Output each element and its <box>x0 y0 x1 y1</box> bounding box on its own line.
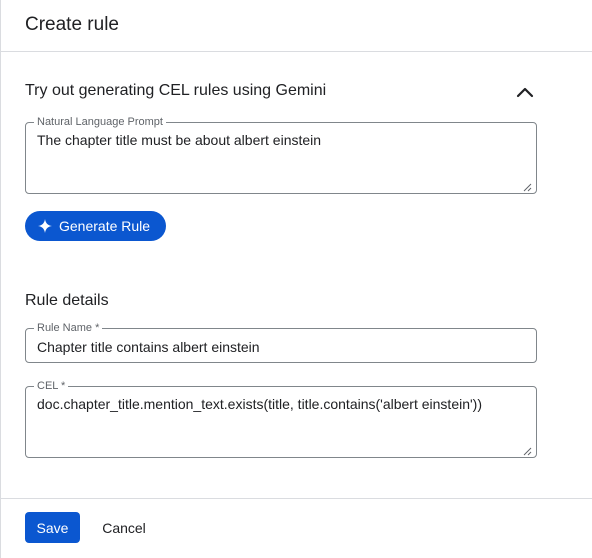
cel-field[interactable]: CEL * doc.chapter_title.mention_text.exi… <box>25 379 537 458</box>
rule-name-label: Rule Name * <box>34 321 103 335</box>
panel-left-border <box>0 0 1 558</box>
dialog-header: Create rule <box>0 0 592 52</box>
sparkle-icon <box>38 219 52 233</box>
cancel-button[interactable]: Cancel <box>92 512 156 543</box>
chevron-up-icon[interactable] <box>514 84 536 100</box>
cel-label: CEL * <box>34 379 69 393</box>
footer-divider <box>0 498 592 499</box>
save-label: Save <box>36 520 69 536</box>
rule-name-value[interactable]: Chapter title contains albert einstein <box>37 339 260 355</box>
resize-handle-icon[interactable] <box>522 179 532 192</box>
save-button[interactable]: Save <box>25 512 80 543</box>
rule-details-title: Rule details <box>25 292 109 309</box>
rule-name-field[interactable]: Rule Name * Chapter title contains alber… <box>25 321 537 363</box>
prompt-label: Natural Language Prompt <box>34 115 166 129</box>
cancel-label: Cancel <box>102 520 146 536</box>
generate-rule-button[interactable]: Generate Rule <box>25 211 166 241</box>
prompt-value[interactable]: The chapter title must be about albert e… <box>37 132 321 148</box>
resize-handle-icon[interactable] <box>522 443 532 456</box>
natural-language-prompt-field[interactable]: Natural Language Prompt The chapter titl… <box>25 115 537 194</box>
generate-rule-label: Generate Rule <box>59 218 151 234</box>
dialog-title: Create rule <box>25 14 119 35</box>
create-rule-dialog: Create rule Try out generating CEL rules… <box>0 0 592 558</box>
gemini-section-title: Try out generating CEL rules using Gemin… <box>25 82 327 99</box>
cel-value[interactable]: doc.chapter_title.mention_text.exists(ti… <box>37 396 482 412</box>
